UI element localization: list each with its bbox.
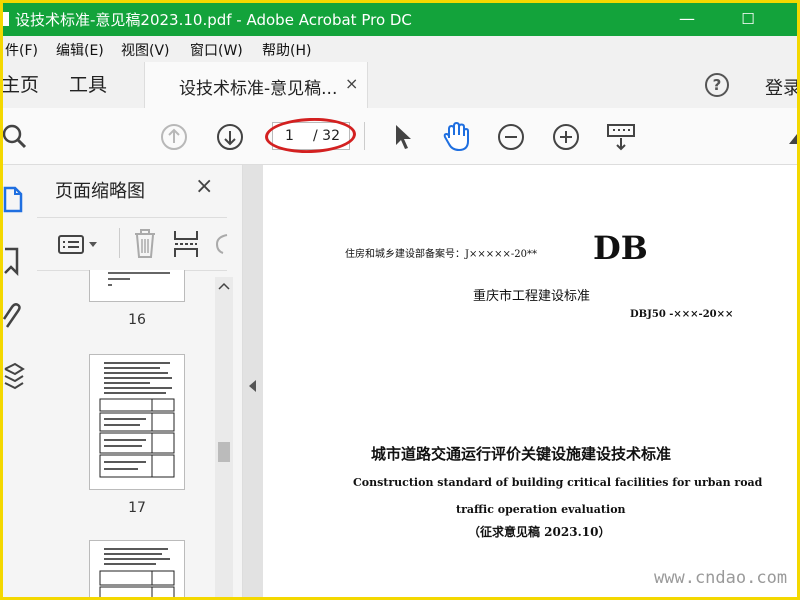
maximize-button[interactable]: ☐: [728, 7, 768, 31]
document-title-en-1: Construction standard of building critic…: [353, 476, 763, 489]
panel-toolbar-divider: [119, 228, 120, 258]
menu-view[interactable]: 视图(V): [121, 40, 170, 60]
menu-help[interactable]: 帮助(H): [262, 40, 311, 60]
tab-document[interactable]: 设技术标准-意见稿... ×: [144, 62, 368, 109]
delete-page-icon[interactable]: [133, 229, 157, 259]
tab-home[interactable]: 主页: [3, 62, 39, 108]
menu-window[interactable]: 窗口(W): [190, 40, 243, 60]
thumbnail-panel: 页面缩略图 × 16 17: [37, 165, 243, 597]
attachment-icon[interactable]: [3, 303, 25, 333]
close-tab-icon[interactable]: ×: [345, 74, 358, 93]
login-button[interactable]: 登录: [765, 74, 797, 100]
title-bar: 设技术标准-意见稿2023.10.pdf - Adobe Acrobat Pro…: [3, 3, 797, 36]
zoom-out-icon[interactable]: [497, 123, 525, 151]
rotate-page-icon[interactable]: [213, 231, 229, 257]
watermark: www.cndao.com: [654, 568, 788, 588]
thumbnail-label-17: 17: [128, 500, 146, 516]
navigation-rail: [3, 165, 37, 597]
page-down-icon[interactable]: [216, 123, 244, 151]
menu-edit[interactable]: 编辑(E): [56, 40, 104, 60]
document-title-en-2: traffic operation evaluation: [456, 503, 626, 516]
page-up-icon[interactable]: [160, 123, 188, 151]
panel-title: 页面缩略图: [55, 181, 145, 202]
tab-document-label: 设技术标准-意见稿...: [179, 79, 338, 99]
db-logo: DB: [593, 229, 648, 267]
menu-bar: 件(F) 编辑(E) 视图(V) 窗口(W) 帮助(H): [3, 36, 797, 62]
toolbar-divider: [364, 122, 365, 150]
more-tools-icon[interactable]: [787, 130, 797, 146]
thumbnail-options-icon[interactable]: [57, 233, 103, 257]
record-number: 住房和城乡建设部备案号：J×××××-20**: [345, 249, 538, 260]
thumbnail-page-17[interactable]: [89, 354, 185, 490]
minimize-button[interactable]: —: [667, 7, 707, 31]
issuer-line: 重庆市工程建设标准: [473, 289, 591, 304]
zoom-in-icon[interactable]: [552, 123, 580, 151]
help-icon[interactable]: ?: [705, 73, 729, 97]
hand-icon[interactable]: [441, 121, 473, 153]
window-title: 设技术标准-意见稿2023.10.pdf - Adobe Acrobat Pro…: [15, 11, 412, 29]
keyboard-icon[interactable]: [606, 122, 636, 152]
thumbnail-page-18[interactable]: [89, 540, 185, 597]
thumbnail-scrollbar[interactable]: [215, 277, 233, 597]
draft-note: （征求意见稿 2023.10）: [468, 525, 611, 539]
page-thumbnails-icon[interactable]: [3, 185, 25, 215]
bookmark-icon[interactable]: [3, 247, 23, 277]
app-icon: [3, 12, 9, 26]
thumbnail-list: 16 17: [37, 270, 215, 597]
panel-collapse-strip[interactable]: [243, 165, 263, 597]
panel-toolbar: [37, 217, 229, 271]
app-window: 设技术标准-意见稿2023.10.pdf - Adobe Acrobat Pro…: [3, 3, 797, 597]
split-page-icon[interactable]: [173, 229, 199, 259]
tab-bar: 主页 工具 设技术标准-意见稿... × ? 登录: [3, 62, 797, 109]
toolbar: 1 / 32: [3, 108, 797, 165]
menu-file[interactable]: 件(F): [5, 40, 38, 60]
collapse-arrow-icon[interactable]: [249, 380, 256, 392]
layers-icon[interactable]: [3, 361, 25, 393]
thumbnail-label-16: 16: [128, 312, 146, 328]
select-arrow-icon[interactable]: [393, 123, 413, 151]
document-page: 住房和城乡建设部备案号：J×××××-20** DB 重庆市工程建设标准 DBJ…: [263, 165, 797, 597]
search-icon[interactable]: [3, 122, 29, 150]
scrollbar-thumb[interactable]: [218, 442, 230, 462]
standard-code: DBJ50 -×××-20××: [630, 309, 734, 320]
close-panel-icon[interactable]: ×: [195, 174, 213, 199]
scroll-up-icon[interactable]: [218, 281, 230, 291]
document-title-cn: 城市道路交通运行评价关键设施建设技术标准: [371, 445, 672, 463]
tab-tools[interactable]: 工具: [69, 62, 107, 108]
thumbnail-page-16[interactable]: [89, 270, 185, 302]
